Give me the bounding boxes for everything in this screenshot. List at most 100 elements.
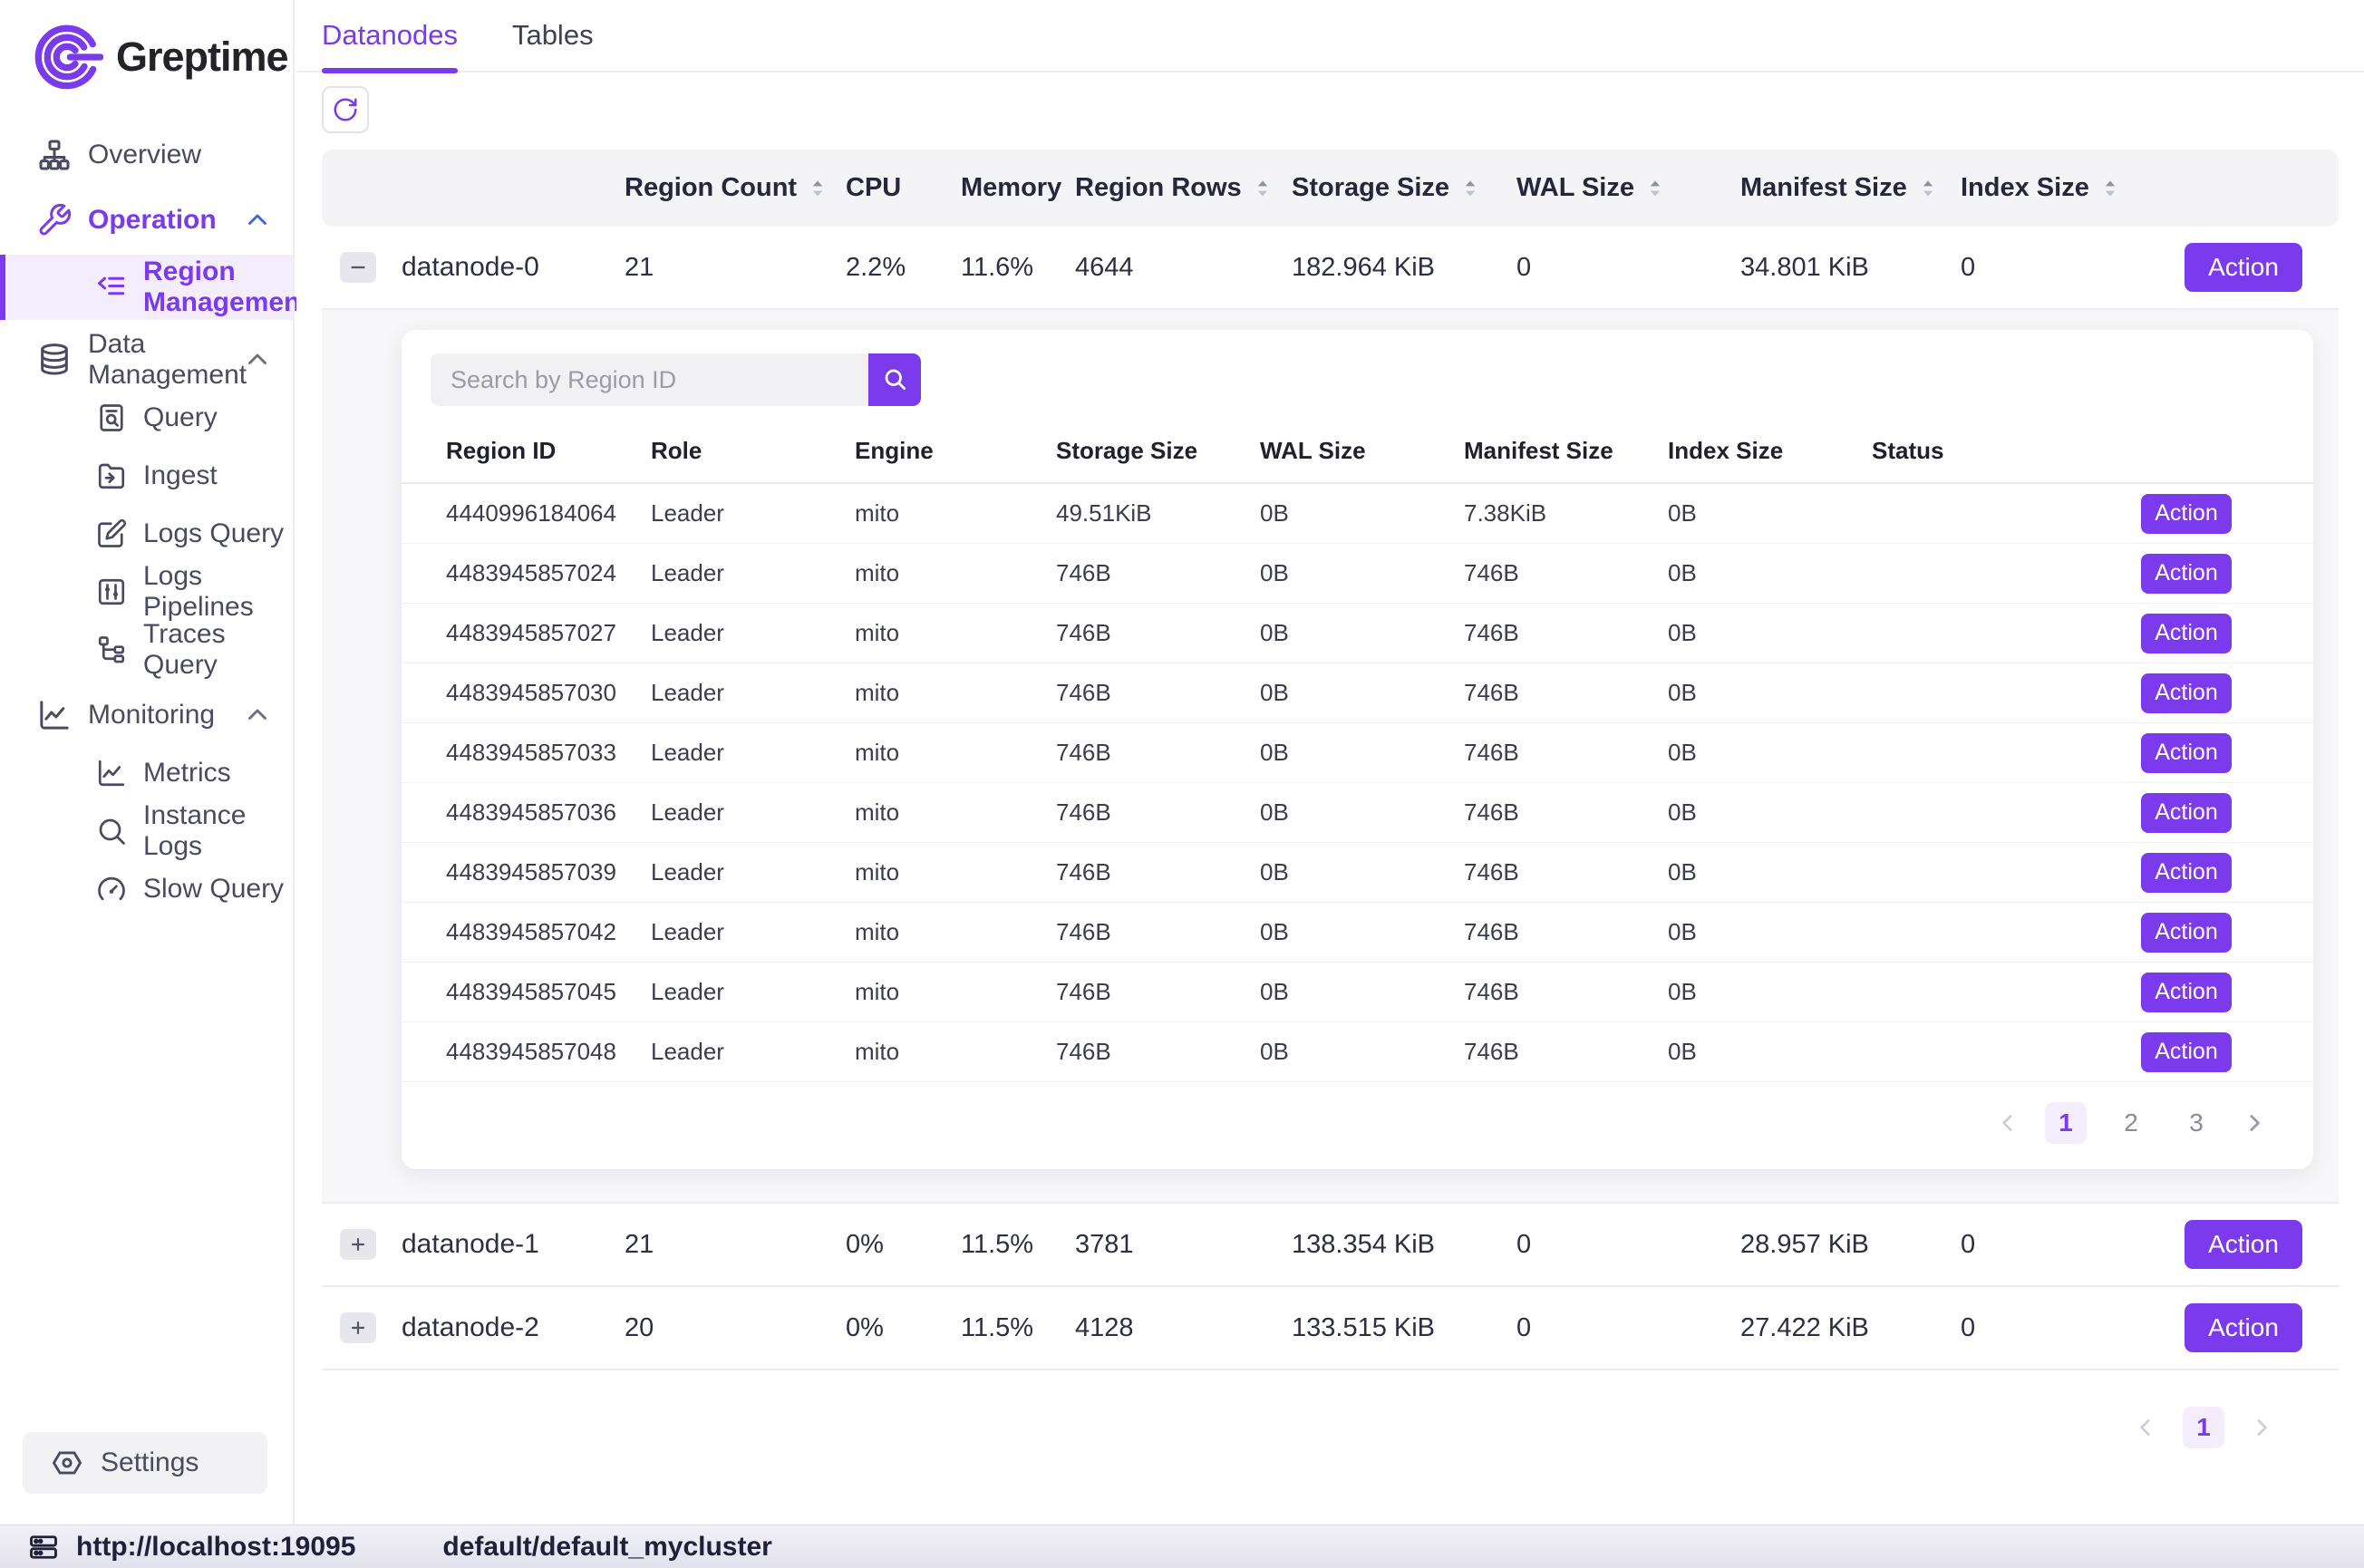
tab-tables[interactable]: Tables [512, 0, 594, 72]
sidebar-item-slow-query[interactable]: Slow Query [0, 864, 293, 915]
region-cell-storage-size: 746B [1056, 858, 1260, 886]
refresh-button[interactable] [322, 86, 369, 133]
sidebar-item-traces-query[interactable]: Traces Query [0, 624, 293, 675]
pagination-page-1[interactable]: 1 [2045, 1102, 2087, 1144]
metrics-icon [95, 757, 128, 789]
datanode-name: datanode-1 [402, 1229, 625, 1260]
action-cell: Action [2185, 243, 2339, 292]
sidebar-item-query[interactable]: Query [0, 392, 293, 443]
region-row-4483945857030: 4483945857030Leadermito746B0B746B0BActio… [402, 663, 2313, 723]
sidebar-item-logs-query[interactable]: Logs Query [0, 508, 293, 559]
region-action-button-4483945857042[interactable]: Action [2141, 913, 2232, 953]
sidebar-item-data-management[interactable]: Data Management [0, 334, 293, 385]
region-cell-region-id: 4483945857030 [446, 679, 651, 707]
region-cell-engine: mito [855, 619, 1056, 647]
cluster-name[interactable]: default/default_mycluster [442, 1532, 771, 1563]
region-cell-role: Leader [651, 799, 855, 827]
ingest-icon [95, 460, 128, 492]
region-cell-role: Leader [651, 978, 855, 1006]
region-action-button-4483945857027[interactable]: Action [2141, 614, 2232, 653]
chevron-up-icon[interactable] [242, 205, 273, 236]
region-row-4483945857045: 4483945857045Leadermito746B0B746B0BActio… [402, 963, 2313, 1022]
region-action-button-4483945857030[interactable]: Action [2141, 673, 2232, 713]
column-header-region-count[interactable]: Region Count [625, 173, 846, 203]
sidebar-item-overview[interactable]: Overview [0, 130, 293, 180]
region-search-input[interactable] [431, 353, 868, 406]
cell-manifest-size: 28.957 KiB [1740, 1230, 1961, 1260]
region-column-header-region-id: Region ID [446, 437, 651, 465]
region-column-header-index-size: Index Size [1668, 437, 1872, 465]
region-cell-manifest-size: 7.38KiB [1464, 499, 1668, 528]
column-header-index-size[interactable]: Index Size [1961, 173, 2185, 203]
server-url[interactable]: http://localhost:19095 [76, 1532, 355, 1563]
region-action-button-4483945857045[interactable]: Action [2141, 973, 2232, 1012]
region-cell-engine: mito [855, 918, 1056, 946]
collapse-button-datanode-0[interactable] [340, 252, 376, 283]
cell-wal-size: 0 [1516, 1313, 1740, 1343]
chevron-up-icon[interactable] [242, 700, 273, 731]
logs-query-icon [95, 518, 128, 550]
region-column-header-wal-size: WAL Size [1260, 437, 1464, 465]
sidebar-item-operation[interactable]: Operation [0, 195, 293, 246]
cell-region-rows: 3781 [1075, 1230, 1292, 1260]
pagination-page-2[interactable]: 2 [2110, 1102, 2152, 1144]
chevron-up-icon[interactable] [242, 344, 273, 375]
expand-button-datanode-2[interactable] [340, 1312, 376, 1343]
settings-label: Settings [101, 1447, 199, 1478]
cell-index-size: 0 [1961, 1230, 2185, 1260]
sidebar-item-label: Slow Query [143, 874, 284, 905]
column-header-storage-size[interactable]: Storage Size [1292, 173, 1516, 203]
expand-cell [340, 252, 402, 283]
region-cell-manifest-size: 746B [1464, 679, 1668, 707]
pagination-page-1[interactable]: 1 [2183, 1407, 2224, 1448]
pagination-next-button[interactable] [2241, 1109, 2268, 1137]
expand-button-datanode-1[interactable] [340, 1229, 376, 1260]
column-header-wal-size[interactable]: WAL Size [1516, 173, 1740, 203]
column-header-memory: Memory [961, 173, 1075, 203]
cell-storage-size: 182.964 KiB [1292, 253, 1516, 283]
sidebar-item-logs-pipelines[interactable]: Logs Pipelines [0, 566, 293, 617]
refresh-icon [332, 96, 359, 123]
region-action-cell: Action [2141, 733, 2313, 773]
region-action-button-4440996184064[interactable]: Action [2141, 494, 2232, 534]
region-cell-storage-size: 746B [1056, 918, 1260, 946]
pagination-page-3[interactable]: 3 [2175, 1102, 2217, 1144]
cell-region-count: 21 [625, 1230, 846, 1260]
cell-cpu: 2.2% [846, 253, 961, 283]
cell-index-size: 0 [1961, 253, 2185, 283]
region-column-header-storage-size: Storage Size [1056, 437, 1260, 465]
column-header-manifest-size[interactable]: Manifest Size [1740, 173, 1961, 203]
region-action-button-4483945857048[interactable]: Action [2141, 1032, 2232, 1072]
sidebar-item-label: Logs Query [143, 518, 284, 549]
region-action-button-4483945857039[interactable]: Action [2141, 853, 2232, 893]
action-button-datanode-1[interactable]: Action [2185, 1220, 2302, 1269]
action-button-datanode-2[interactable]: Action [2185, 1303, 2302, 1352]
cell-index-size: 0 [1961, 1313, 2185, 1343]
sidebar-item-metrics[interactable]: Metrics [0, 748, 293, 799]
action-button-datanode-0[interactable]: Action [2185, 243, 2302, 292]
datanode-pagination-controls: 1 [2132, 1387, 2320, 1452]
tab-datanodes[interactable]: Datanodes [322, 0, 458, 72]
cell-manifest-size: 34.801 KiB [1740, 253, 1961, 283]
region-action-button-4483945857033[interactable]: Action [2141, 733, 2232, 773]
region-cell-region-id: 4483945857033 [446, 739, 651, 767]
sidebar-item-instance-logs[interactable]: Instance Logs [0, 806, 293, 857]
sidebar-item-ingest[interactable]: Ingest [0, 450, 293, 501]
region-action-button-4483945857036[interactable]: Action [2141, 793, 2232, 833]
column-header-region-rows[interactable]: Region Rows [1075, 173, 1292, 203]
cell-cpu: 0% [846, 1230, 961, 1260]
region-cell-region-id: 4483945857027 [446, 619, 651, 647]
region-cell-role: Leader [651, 739, 855, 767]
toolbar [322, 86, 2364, 133]
region-search-button[interactable] [868, 353, 921, 406]
brand-logo: Greptime [0, 0, 293, 95]
app-window: Greptime Overview Operation Region Managem… [0, 0, 2364, 1568]
gear-icon [50, 1446, 84, 1480]
region-action-cell: Action [2141, 673, 2313, 713]
settings-button[interactable]: Settings [23, 1432, 267, 1494]
datanode-name: datanode-2 [402, 1312, 625, 1343]
region-action-cell: Action [2141, 973, 2313, 1012]
region-action-button-4483945857024[interactable]: Action [2141, 554, 2232, 594]
sidebar-item-region-management[interactable]: Region Management [0, 255, 293, 320]
sidebar-item-monitoring[interactable]: Monitoring [0, 690, 293, 740]
